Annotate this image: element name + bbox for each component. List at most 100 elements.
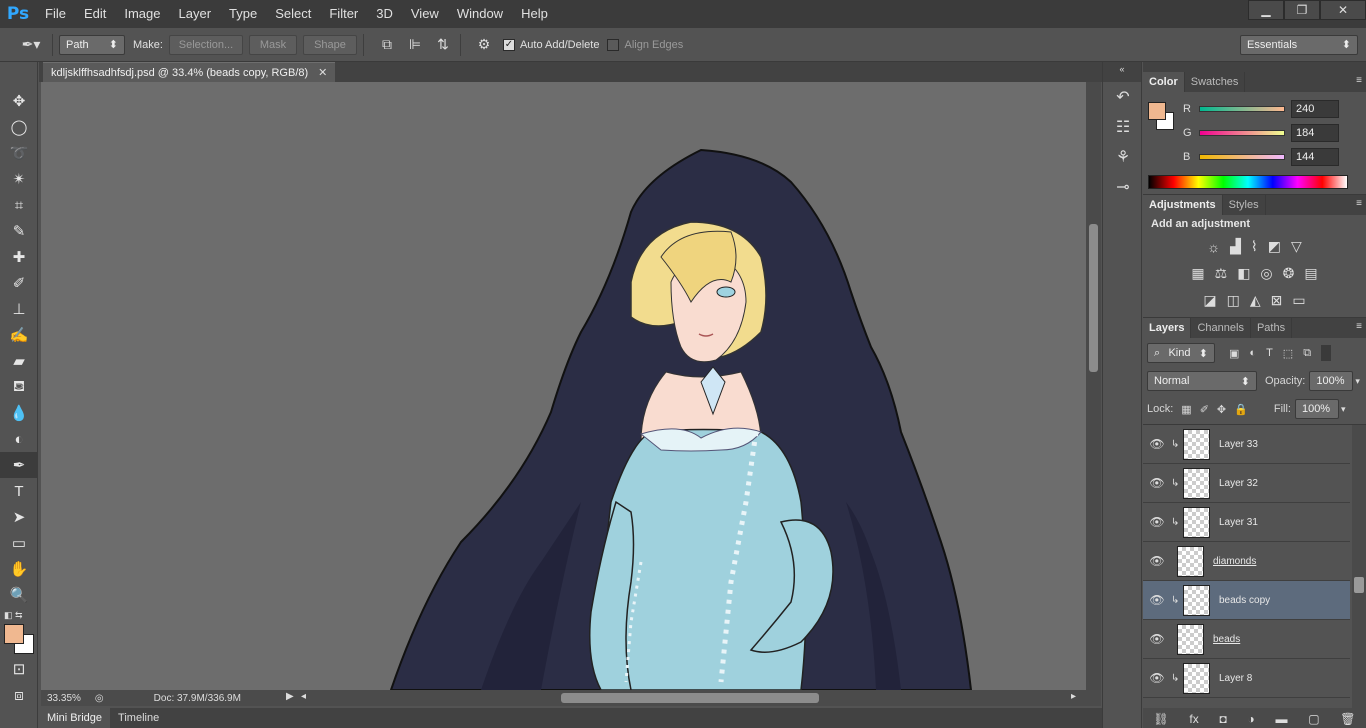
layer-name[interactable]: Layer 33: [1219, 439, 1258, 450]
tab-paths[interactable]: Paths: [1251, 318, 1293, 338]
tab-swatches[interactable]: Swatches: [1185, 72, 1246, 92]
levels-icon[interactable]: ▟: [1230, 238, 1241, 255]
visibility-eye-icon[interactable]: 👁: [1143, 515, 1171, 529]
fill-input[interactable]: 100%: [1294, 399, 1339, 419]
screen-mode-icon[interactable]: ⧈: [0, 682, 38, 708]
panel-menu-icon[interactable]: ≡: [1356, 321, 1362, 332]
make-mask-button[interactable]: Mask: [248, 34, 297, 55]
brush-tool-icon[interactable]: ✐: [0, 270, 38, 296]
close-tab-icon[interactable]: ✕: [318, 66, 327, 79]
delete-layer-icon[interactable]: 🗑: [1340, 712, 1355, 726]
magic-wand-tool-icon[interactable]: ✴: [0, 166, 38, 192]
menu-select[interactable]: Select: [266, 0, 320, 28]
layer-row[interactable]: 👁 diamonds: [1143, 542, 1350, 581]
quick-mask-icon[interactable]: ⊡: [0, 656, 38, 682]
path-arrangement-icon[interactable]: ⇅: [432, 34, 454, 56]
properties-panel-icon[interactable]: ☷: [1103, 112, 1143, 142]
path-operations-icon[interactable]: ⧉: [376, 34, 398, 56]
layer-thumbnail[interactable]: [1183, 428, 1210, 460]
document-tab[interactable]: kdljsklffhsadhfsdj.psd @ 33.4% (beads co…: [43, 62, 336, 82]
blue-slider[interactable]: [1199, 154, 1285, 160]
gradient-map-icon[interactable]: ▭: [1292, 292, 1305, 309]
color-spectrum-ramp[interactable]: [1148, 175, 1348, 189]
posterize-icon[interactable]: ◫: [1227, 292, 1240, 309]
link-layers-icon[interactable]: ⛓: [1153, 712, 1168, 726]
layer-row[interactable]: 👁 beads: [1143, 620, 1350, 659]
tab-styles[interactable]: Styles: [1223, 195, 1266, 215]
close-button[interactable]: ✕: [1320, 0, 1366, 20]
black-white-icon[interactable]: ◧: [1237, 265, 1250, 282]
panel-menu-icon[interactable]: ≡: [1356, 198, 1362, 209]
history-panel-icon[interactable]: ↶: [1103, 82, 1143, 112]
visibility-eye-icon[interactable]: 👁: [1143, 671, 1171, 685]
layer-name[interactable]: Layer 31: [1219, 517, 1258, 528]
clone-stamp-tool-icon[interactable]: ⊥: [0, 296, 38, 322]
filter-shape-icon[interactable]: ⬚: [1283, 347, 1293, 360]
scroll-right-icon[interactable]: ▸: [1071, 691, 1076, 702]
eraser-tool-icon[interactable]: ▰: [0, 348, 38, 374]
menu-edit[interactable]: Edit: [75, 0, 115, 28]
chevron-down-icon[interactable]: ▾: [1355, 376, 1360, 387]
restore-button[interactable]: ❐: [1284, 0, 1320, 20]
layer-thumbnail[interactable]: [1177, 545, 1204, 577]
lock-all-icon[interactable]: 🔒: [1234, 403, 1248, 416]
eyedropper-tool-icon[interactable]: ✎: [0, 218, 38, 244]
layer-thumbnail[interactable]: [1177, 623, 1204, 655]
add-mask-icon[interactable]: ◘: [1219, 712, 1226, 726]
layer-thumbnail[interactable]: [1183, 506, 1210, 538]
blur-tool-icon[interactable]: 💧: [0, 400, 38, 426]
filter-pixel-icon[interactable]: ▣: [1229, 347, 1239, 360]
vibrance-icon[interactable]: ▽: [1291, 238, 1302, 255]
gear-icon[interactable]: ⚙: [473, 34, 495, 56]
layer-row[interactable]: 👁 ↳ Layer 8: [1143, 659, 1350, 698]
status-menu-arrow-icon[interactable]: ▶: [286, 691, 294, 702]
visibility-eye-icon[interactable]: 👁: [1143, 593, 1171, 607]
marquee-tool-icon[interactable]: ◯: [0, 114, 38, 140]
filter-toggle[interactable]: [1321, 345, 1332, 361]
blue-value-input[interactable]: 144: [1291, 148, 1339, 166]
tab-layers[interactable]: Layers: [1143, 318, 1192, 338]
path-selection-tool-icon[interactable]: ➤: [0, 504, 38, 530]
tab-color[interactable]: Color: [1143, 72, 1185, 92]
history-brush-tool-icon[interactable]: ✍: [0, 322, 38, 348]
menu-window[interactable]: Window: [448, 0, 512, 28]
vertical-scrollbar[interactable]: [1086, 82, 1101, 690]
vertical-scroll-thumb[interactable]: [1089, 224, 1098, 372]
rectangle-tool-icon[interactable]: ▭: [0, 530, 38, 556]
dodge-tool-icon[interactable]: ◐: [0, 426, 38, 452]
menu-image[interactable]: Image: [115, 0, 169, 28]
hand-tool-icon[interactable]: ✋: [0, 556, 38, 582]
menu-layer[interactable]: Layer: [170, 0, 221, 28]
lock-transparent-icon[interactable]: ▦: [1181, 403, 1191, 416]
pen-mode-select[interactable]: Path ⬍: [59, 34, 125, 55]
menu-type[interactable]: Type: [220, 0, 266, 28]
scroll-left-icon[interactable]: ◂: [301, 691, 306, 702]
zoom-tool-icon[interactable]: 🔍: [0, 582, 38, 608]
new-group-icon[interactable]: ▬: [1275, 712, 1287, 726]
curves-icon[interactable]: ⌇: [1251, 238, 1258, 255]
lock-position-icon[interactable]: ✥: [1217, 403, 1226, 416]
path-alignment-icon[interactable]: ⊫: [404, 34, 426, 56]
menu-file[interactable]: File: [36, 0, 75, 28]
layer-thumbnail[interactable]: [1183, 467, 1210, 499]
filter-adjustment-icon[interactable]: ◐: [1249, 347, 1256, 359]
workspace-select[interactable]: Essentials ⬍: [1240, 34, 1358, 55]
move-tool-icon[interactable]: ✥: [0, 88, 38, 114]
layer-thumbnail[interactable]: [1183, 662, 1210, 694]
color-lookup-icon[interactable]: ▤: [1304, 265, 1317, 282]
layer-thumbnail[interactable]: [1183, 584, 1210, 616]
tool-presets-icon[interactable]: ⊸: [1103, 172, 1143, 202]
lock-image-icon[interactable]: ✐: [1200, 403, 1209, 416]
visibility-eye-icon[interactable]: 👁: [1143, 437, 1171, 451]
blend-mode-select[interactable]: Normal ⬍: [1147, 371, 1257, 391]
new-adjustment-layer-icon[interactable]: ◑: [1247, 712, 1254, 726]
foreground-color-chip[interactable]: [1148, 102, 1166, 120]
align-edges-checkbox[interactable]: [607, 38, 620, 51]
threshold-icon[interactable]: ◭: [1250, 292, 1261, 309]
foreground-color-swatch[interactable]: [4, 624, 24, 644]
paint-bucket-tool-icon[interactable]: ⛾: [0, 374, 38, 400]
zoom-level[interactable]: 33.35%: [47, 693, 81, 704]
horizontal-scroll-thumb[interactable]: [561, 693, 819, 703]
invert-icon[interactable]: ◪: [1203, 292, 1216, 309]
minimize-button[interactable]: ▁: [1248, 0, 1284, 20]
